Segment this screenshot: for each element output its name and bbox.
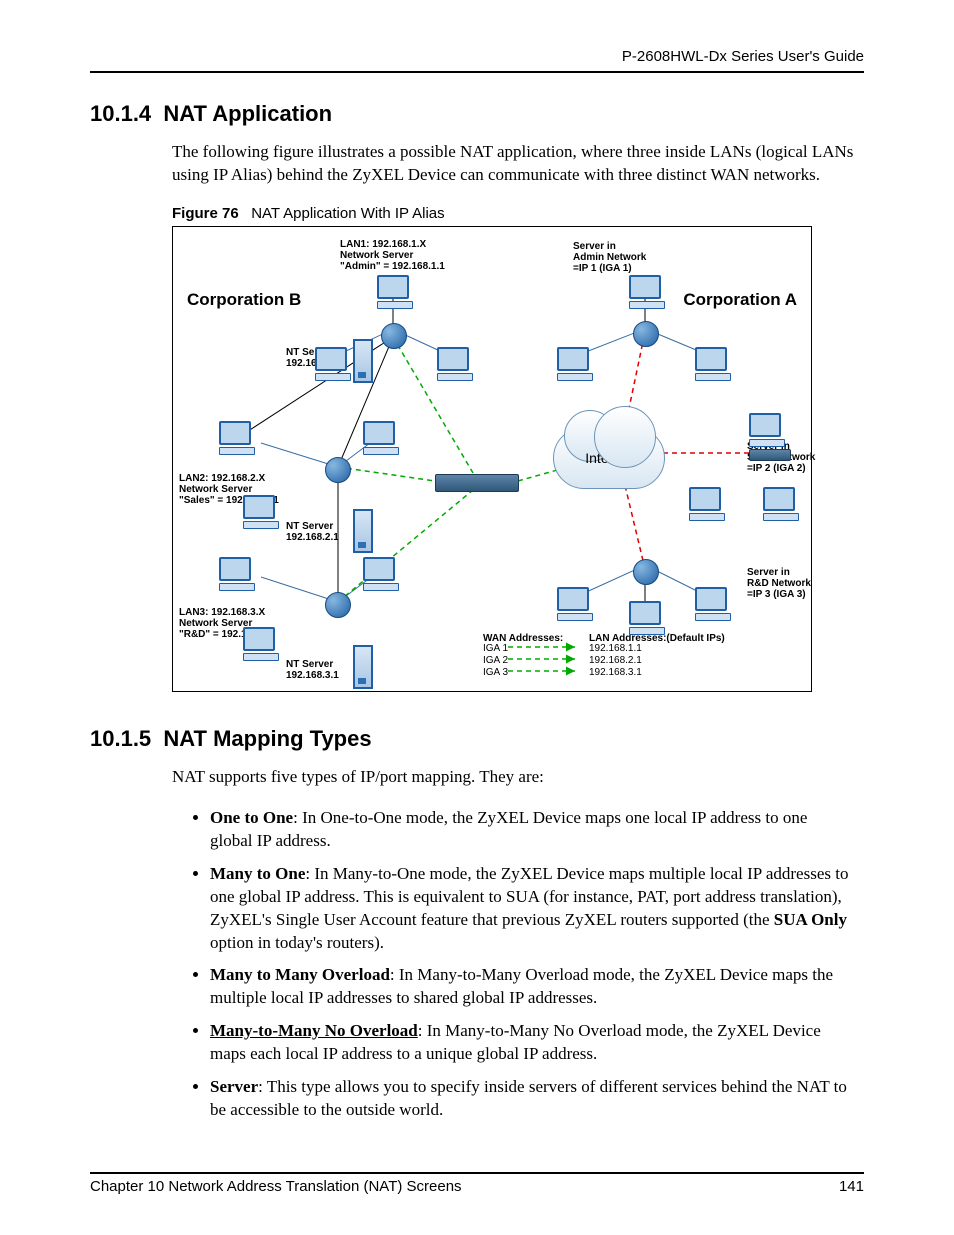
computer-icon: [629, 601, 663, 631]
server-icon: [353, 645, 373, 689]
computer-icon: [243, 627, 277, 657]
diagram-rd-server-label: Server in R&D Network =IP 3 (IGA 3): [747, 567, 811, 600]
computer-icon: [437, 347, 471, 377]
computer-icon: [749, 413, 783, 443]
list-item: One to One: In One-to-One mode, the ZyXE…: [210, 807, 864, 853]
section-10-1-5-number: 10.1.5: [90, 726, 151, 751]
mapping-2-head: Many to One: [210, 864, 305, 883]
header-guide-title: P-2608HWL-Dx Series User's Guide: [90, 48, 864, 71]
computer-icon: [219, 421, 253, 451]
diagram-iga3-l: IGA 3: [483, 667, 508, 678]
section-10-1-4-title: NAT Application: [163, 101, 332, 126]
diagram-corp-a-label: Corporation A: [683, 291, 797, 310]
diagram-internet-label: Internet: [554, 450, 664, 466]
diagram-iga2-l: IGA 2: [483, 655, 508, 666]
list-item: Server: This type allows you to specify …: [210, 1076, 864, 1122]
computer-icon: [695, 587, 729, 617]
mapping-5-head: Server: [210, 1077, 258, 1096]
diagram-admin-server-label: Server in Admin Network =IP 1 (IGA 1): [573, 241, 646, 274]
section-10-1-5-title: NAT Mapping Types: [163, 726, 371, 751]
footer-chapter: Chapter 10 Network Address Translation (…: [90, 1178, 462, 1195]
mapping-2-body-post: option in today's routers).: [210, 933, 384, 952]
router-icon: [633, 559, 659, 585]
diagram-iga2-r: 192.168.2.1: [589, 655, 642, 666]
list-item: Many-to-Many No Overload: In Many-to-Man…: [210, 1020, 864, 1066]
mapping-1-body: : In One-to-One mode, the ZyXEL Device m…: [210, 808, 807, 850]
mapping-5-body: : This type allows you to specify inside…: [210, 1077, 847, 1119]
section-10-1-4-paragraph: The following figure illustrates a possi…: [90, 141, 864, 187]
computer-icon: [363, 557, 397, 587]
diagram-corp-b-label: Corporation B: [187, 291, 301, 310]
diagram-iga1-r: 192.168.1.1: [589, 643, 642, 654]
section-10-1-4-number: 10.1.4: [90, 101, 151, 126]
diagram-iga3-r: 192.168.3.1: [589, 667, 642, 678]
list-item: Many to Many Overload: In Many-to-Many O…: [210, 964, 864, 1010]
diagram-lan1-label: LAN1: 192.168.1.X Network Server "Admin"…: [340, 239, 445, 272]
cloud-icon: Internet: [553, 427, 665, 489]
section-10-1-4-heading: 10.1.4 NAT Application: [90, 101, 864, 127]
section-10-1-5-intro: NAT supports five types of IP/port mappi…: [90, 766, 864, 789]
diagram-nt3-label: NT Server 192.168.3.1: [286, 659, 339, 681]
list-item: Many to One: In Many-to-One mode, the Zy…: [210, 863, 864, 955]
router-icon: [633, 321, 659, 347]
server-icon: [353, 339, 373, 383]
figure-76-number: Figure 76: [172, 205, 239, 222]
server-icon: [353, 509, 373, 553]
computer-icon: [629, 275, 663, 305]
switch-icon: [749, 449, 791, 461]
computer-icon: [219, 557, 253, 587]
mapping-2-sua: SUA Only: [774, 910, 847, 929]
figure-76-diagram: LAN1: 192.168.1.X Network Server "Admin"…: [172, 226, 812, 692]
router-icon: [325, 592, 351, 618]
computer-icon: [557, 587, 591, 617]
computer-icon: [363, 421, 397, 451]
section-10-1-5-heading: 10.1.5 NAT Mapping Types: [90, 726, 864, 752]
figure-76-title: NAT Application With IP Alias: [251, 205, 444, 222]
figure-76-caption: Figure 76 NAT Application With IP Alias: [90, 205, 864, 222]
computer-icon: [557, 347, 591, 377]
router-icon: [381, 323, 407, 349]
mapping-3-head: Many to Many Overload: [210, 965, 390, 984]
footer-rule: [90, 1172, 864, 1174]
computer-icon: [689, 487, 723, 517]
computer-icon: [243, 495, 277, 525]
header-rule: [90, 71, 864, 73]
mapping-2-body-pre: : In Many-to-One mode, the ZyXEL Device …: [210, 864, 848, 929]
mapping-types-list: One to One: In One-to-One mode, the ZyXE…: [90, 807, 864, 1122]
computer-icon: [763, 487, 797, 517]
footer-page-number: 141: [839, 1178, 864, 1195]
mapping-4-head: Many-to-Many No Overload: [210, 1021, 418, 1040]
computer-icon: [695, 347, 729, 377]
switch-icon: [435, 474, 519, 492]
computer-icon: [377, 275, 411, 305]
diagram-iga1-l: IGA 1: [483, 643, 508, 654]
router-icon: [325, 457, 351, 483]
mapping-1-head: One to One: [210, 808, 293, 827]
diagram-nt2-label: NT Server 192.168.2.1: [286, 521, 339, 543]
computer-icon: [315, 347, 349, 377]
